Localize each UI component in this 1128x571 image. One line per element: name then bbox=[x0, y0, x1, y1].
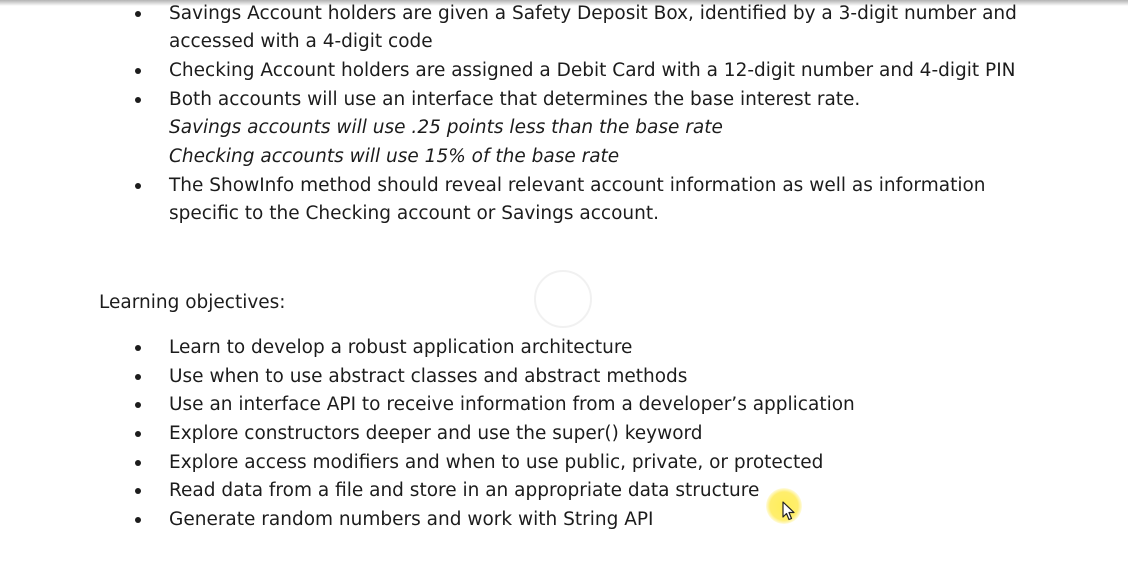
italic-note: Savings accounts will use .25 points les… bbox=[169, 117, 723, 138]
mouse-pointer-icon bbox=[782, 501, 795, 521]
objective-item: Use an interface API to receive informat… bbox=[169, 394, 855, 415]
objective-item: Explore constructors deeper and use the … bbox=[169, 423, 703, 444]
bullet-icon bbox=[135, 97, 141, 103]
objective-item: Use when to use abstract classes and abs… bbox=[169, 366, 688, 387]
bullet-icon bbox=[135, 345, 141, 351]
italic-note: Checking accounts will use 15% of the ba… bbox=[169, 146, 620, 167]
list-item-line: Checking Account holders are assigned a … bbox=[169, 60, 1016, 81]
list-item-line: Savings Account holders are given a Safe… bbox=[169, 3, 1017, 24]
document-body: Savings Account holders are given a Safe… bbox=[0, 0, 1128, 571]
list-item-line: Both accounts will use an interface that… bbox=[169, 89, 861, 110]
bullet-icon bbox=[135, 11, 141, 17]
bullet-icon bbox=[135, 68, 141, 74]
list-item-line: specific to the Checking account or Savi… bbox=[169, 203, 659, 224]
list-item-line: accessed with a 4-digit code bbox=[169, 31, 433, 52]
objective-item: Read data from a file and store in an ap… bbox=[169, 480, 760, 501]
bullet-icon bbox=[135, 374, 141, 380]
bullet-icon bbox=[135, 431, 141, 437]
objective-item: Generate random numbers and work with St… bbox=[169, 509, 654, 530]
objective-item: Learn to develop a robust application ar… bbox=[169, 337, 633, 358]
bullet-icon bbox=[135, 183, 141, 189]
bullet-icon bbox=[135, 402, 141, 408]
list-item-line: The ShowInfo method should reveal releva… bbox=[169, 175, 986, 196]
loading-spinner-icon bbox=[534, 270, 592, 328]
bullet-icon bbox=[135, 460, 141, 466]
objective-item: Explore access modifiers and when to use… bbox=[169, 452, 824, 473]
bullet-icon bbox=[135, 517, 141, 523]
objectives-heading: Learning objectives: bbox=[99, 292, 286, 313]
bullet-icon bbox=[135, 488, 141, 494]
